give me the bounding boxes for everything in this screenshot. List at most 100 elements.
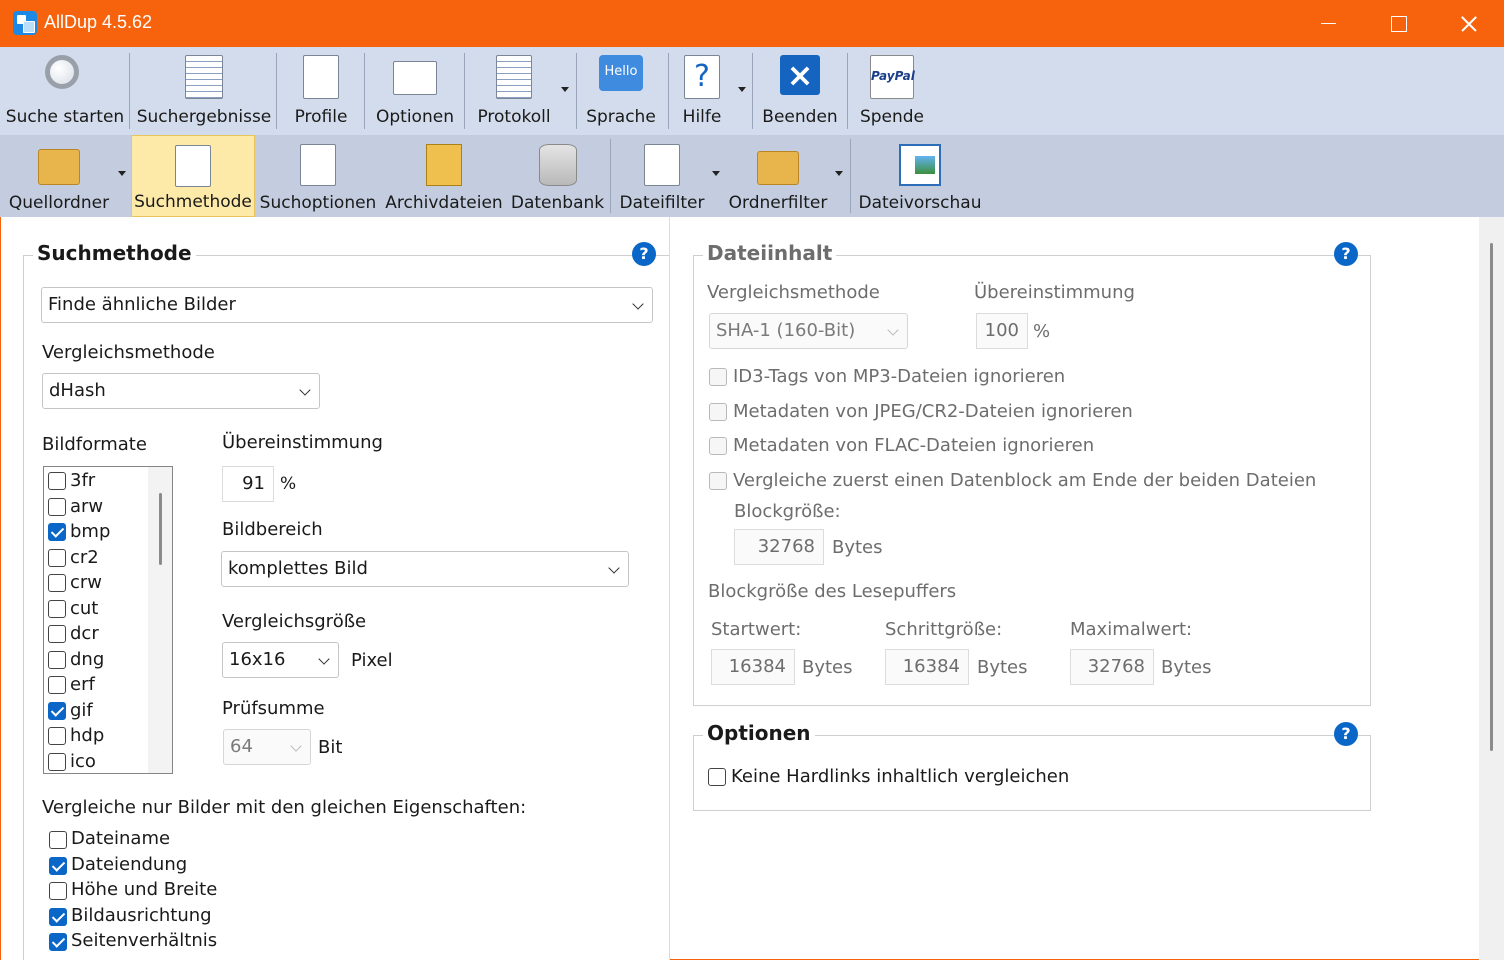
search-method-tab[interactable]: Suchmethode <box>131 135 255 217</box>
block-size-input[interactable]: 32768 <box>734 529 824 565</box>
fc-compare-select[interactable]: SHA-1 (160-Bit) <box>709 313 908 349</box>
folder-search-icon <box>38 149 80 185</box>
same-property-checkbox[interactable] <box>49 831 67 849</box>
donate-button[interactable]: PayPal Spende <box>853 47 931 135</box>
start-value-unit: Bytes <box>802 657 853 678</box>
fc-compare-value: SHA-1 (160-Bit) <box>716 320 856 341</box>
format-checkbox[interactable] <box>48 472 66 490</box>
block-size-label: Blockgröße: <box>734 501 841 522</box>
image-area-value: komplettes Bild <box>228 558 368 579</box>
same-property-label: Höhe und Breite <box>71 879 218 900</box>
match-label: Übereinstimmung <box>222 432 383 453</box>
source-folders-dropdown-icon[interactable] <box>118 171 126 176</box>
search-options-tab[interactable]: Suchoptionen <box>259 135 377 217</box>
compare-method-select[interactable]: dHash <box>42 373 320 409</box>
options-gear-icon <box>393 61 437 95</box>
minimize-button[interactable] <box>1293 0 1363 47</box>
source-folders-tab[interactable]: Quellordner <box>4 135 114 217</box>
profiles-button[interactable]: Profile <box>281 47 361 135</box>
search-method-title: Suchmethode <box>33 241 196 265</box>
step-size-input[interactable]: 16384 <box>885 649 969 685</box>
main-scrollbar-thumb[interactable] <box>1490 243 1493 751</box>
match-input[interactable]: 91 <box>222 466 274 502</box>
source-folders-label: Quellordner <box>8 193 110 213</box>
file-filter-tab[interactable]: Dateifilter <box>616 135 708 217</box>
file-content-checkbox[interactable] <box>709 368 727 386</box>
search-method-help-icon[interactable]: ? <box>632 242 656 266</box>
hardlinks-checkbox[interactable] <box>708 768 726 786</box>
format-checkbox[interactable] <box>48 752 66 771</box>
format-checkbox[interactable] <box>48 574 66 592</box>
file-content-checkbox[interactable] <box>709 471 727 490</box>
checksum-select[interactable]: 64 <box>223 729 311 765</box>
max-value-input[interactable]: 32768 <box>1070 649 1154 685</box>
compare-size-select[interactable]: 16x16 <box>222 642 339 678</box>
compare-method-label: Vergleichsmethode <box>42 342 215 363</box>
format-checkbox[interactable] <box>48 650 66 669</box>
log-doc-icon <box>496 55 532 99</box>
format-checkbox[interactable] <box>48 523 66 541</box>
step-size-label: Schrittgröße: <box>885 619 1003 640</box>
same-property-checkbox[interactable] <box>49 907 67 926</box>
database-tab[interactable]: Datenbank <box>510 135 605 217</box>
file-content-checkbox[interactable] <box>709 402 727 421</box>
help-dropdown-icon[interactable] <box>738 87 746 92</box>
pane-divider <box>669 217 670 960</box>
main-scrollbar[interactable] <box>1479 217 1504 960</box>
fc-match-label: Übereinstimmung <box>974 282 1135 303</box>
format-checkbox[interactable] <box>48 701 66 720</box>
same-property-label: Seitenverhältnis <box>71 930 218 951</box>
fc-match-input[interactable]: 100 <box>976 313 1028 349</box>
file-content-title: Dateiinhalt <box>703 241 837 265</box>
language-button[interactable]: Hello Sprache <box>582 47 660 135</box>
format-checkbox[interactable] <box>48 625 66 643</box>
format-checkbox[interactable] <box>48 727 66 745</box>
same-property-checkbox[interactable] <box>49 856 67 875</box>
archive-files-tab[interactable]: Archivdateien <box>384 135 504 217</box>
file-filter-icon <box>644 144 680 186</box>
exit-x-icon: × <box>780 55 820 95</box>
file-content-help-icon[interactable]: ? <box>1334 242 1358 266</box>
image-formats-label: Bildformate <box>42 434 147 455</box>
image-formats-list[interactable]: 3fr arw bmp cr2 crw cut dcr dng erf gif hdp ico <box>43 466 173 774</box>
image-area-select[interactable]: komplettes Bild <box>221 551 629 587</box>
same-properties-label: Vergleiche nur Bilder mit den gleichen E… <box>42 797 527 818</box>
help-label: Hilfe <box>682 107 722 127</box>
help-button[interactable]: ? Hilfe <box>672 47 732 135</box>
exit-button[interactable]: × Beenden <box>760 47 840 135</box>
exit-label: Beenden <box>762 107 838 127</box>
format-checkbox[interactable] <box>48 676 66 694</box>
formats-scrollbar[interactable] <box>148 467 172 773</box>
format-checkbox[interactable] <box>48 548 66 567</box>
file-content-checkbox[interactable] <box>709 437 727 455</box>
start-value-input[interactable]: 16384 <box>711 649 795 685</box>
fc-match-percent: % <box>1033 321 1051 342</box>
file-content-check-label: Vergleiche zuerst einen Datenblock am En… <box>733 469 1317 491</box>
close-button[interactable] <box>1433 0 1503 47</box>
search-results-button[interactable]: Suchergebnisse <box>136 47 272 135</box>
file-preview-tab[interactable]: Dateivorschau <box>858 135 982 217</box>
format-checkbox[interactable] <box>48 497 66 516</box>
content-area: Suchmethode ? Finde ähnliche Bilder Verg… <box>0 217 1504 960</box>
file-preview-label: Dateivorschau <box>858 193 982 213</box>
image-area-label: Bildbereich <box>222 519 323 540</box>
block-size-unit: Bytes <box>832 537 883 558</box>
same-property-checkbox[interactable] <box>49 882 67 900</box>
maximize-button[interactable] <box>1363 0 1433 47</box>
folder-filter-dropdown-icon[interactable] <box>835 171 843 176</box>
match-percent: % <box>280 474 297 494</box>
max-value-unit: Bytes <box>1161 657 1212 678</box>
log-dropdown-icon[interactable] <box>561 87 569 92</box>
options-button[interactable]: Optionen <box>369 47 461 135</box>
search-start-button[interactable]: Suche starten <box>4 47 126 135</box>
search-method-select[interactable]: Finde ähnliche Bilder <box>41 287 653 323</box>
file-filter-dropdown-icon[interactable] <box>712 171 720 176</box>
options-help-icon[interactable]: ? <box>1334 722 1358 746</box>
checksum-label: Prüfsumme <box>222 698 325 719</box>
same-property-label: Bildausrichtung <box>71 904 212 926</box>
same-property-checkbox[interactable] <box>49 933 67 951</box>
format-checkbox[interactable] <box>48 599 66 618</box>
search-method-label: Suchmethode <box>134 192 252 212</box>
log-button[interactable]: Protokoll <box>469 47 559 135</box>
folder-filter-tab[interactable]: Ordnerfilter <box>726 135 830 217</box>
